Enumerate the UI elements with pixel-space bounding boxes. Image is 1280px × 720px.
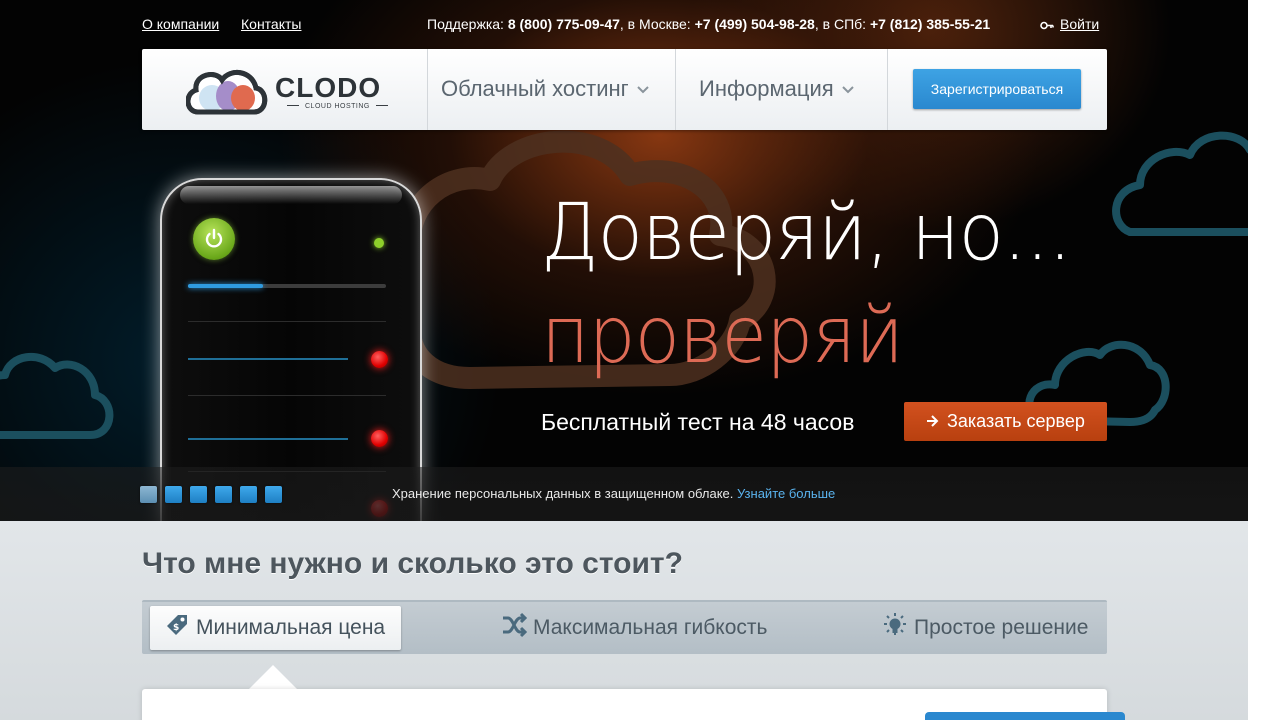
tab-min-price[interactable]: $ Минимальная цена bbox=[150, 606, 402, 650]
price-tag-icon: $ bbox=[167, 615, 187, 635]
menu-label: Облачный хостинг bbox=[441, 76, 629, 101]
support-phone: 8 (800) 775-09-47 bbox=[507, 16, 620, 32]
hero-headline: Доверяй, но... bbox=[541, 188, 1072, 278]
chevron-down-icon bbox=[841, 86, 854, 94]
free-test-text: Бесплатный тест на 48 часов bbox=[541, 409, 855, 435]
bay-indicator bbox=[188, 358, 348, 360]
order-button-label: Заказать сервер bbox=[947, 411, 1085, 431]
contacts-link[interactable]: Контакты bbox=[241, 16, 301, 32]
logo-subtitle: CLOUD HOSTING bbox=[281, 103, 394, 110]
support-label: Поддержка: bbox=[427, 16, 504, 32]
bay-divider bbox=[188, 321, 386, 322]
spb-phone: +7 (812) 385-55-21 bbox=[869, 16, 991, 32]
register-button[interactable]: Зарегистрироваться bbox=[913, 69, 1081, 109]
slider-dot[interactable] bbox=[265, 486, 282, 503]
moscow-label: , в Москве: bbox=[619, 16, 691, 32]
hero-headline-accent: проверяй bbox=[541, 291, 904, 381]
section-title: Что мне нужно и сколько это стоит? bbox=[142, 547, 683, 580]
order-server-button[interactable]: Заказать сервер bbox=[904, 402, 1107, 441]
key-icon bbox=[1040, 21, 1054, 30]
pricing-tabs: $ Минимальная цена Максимальная гибкость… bbox=[142, 600, 1107, 654]
tab-label: Максимальная гибкость bbox=[533, 616, 768, 639]
content-accent-bar bbox=[925, 712, 1125, 720]
slider-dot[interactable] bbox=[190, 486, 207, 503]
status-led-red bbox=[371, 351, 388, 368]
nav-divider bbox=[427, 49, 428, 130]
spb-label: , в СПб: bbox=[814, 16, 867, 32]
logo-wordmark: CLODO bbox=[275, 72, 382, 103]
pricing-section: Что мне нужно и сколько это стоит? $ Мин… bbox=[0, 521, 1248, 720]
clodo-logo[interactable]: CLODO CLOUD HOSTING bbox=[186, 64, 386, 116]
shuffle-icon bbox=[503, 612, 528, 638]
bay-indicator bbox=[188, 438, 348, 440]
svg-text:$: $ bbox=[173, 623, 179, 633]
nav-divider bbox=[887, 49, 888, 130]
top-bar: О компании Контакты Поддержка: 8 (800) 7… bbox=[0, 0, 1248, 48]
server-sheen bbox=[180, 186, 402, 204]
server-progress-fill bbox=[188, 284, 264, 288]
slide-caption: Хранение персональных данных в защищенно… bbox=[392, 486, 835, 501]
about-link[interactable]: О компании bbox=[142, 16, 219, 32]
login-link[interactable]: Войти bbox=[1040, 16, 1099, 32]
status-led-green bbox=[374, 238, 384, 248]
slider-dot[interactable] bbox=[215, 486, 232, 503]
slider-dot[interactable] bbox=[140, 486, 157, 503]
cloud-logo-icon bbox=[186, 70, 268, 115]
nav-divider bbox=[675, 49, 676, 130]
moscow-phone: +7 (499) 504-98-28 bbox=[694, 16, 815, 32]
menu-information[interactable]: Информация bbox=[699, 76, 854, 102]
learn-more-link[interactable]: Узнайте больше bbox=[737, 486, 835, 501]
tab-simple-solution[interactable]: Простое решение bbox=[882, 606, 1088, 650]
tab-label: Простое решение bbox=[914, 616, 1089, 639]
power-icon bbox=[193, 218, 235, 260]
active-tab-pointer bbox=[248, 665, 298, 690]
slider-dot[interactable] bbox=[240, 486, 257, 503]
chevron-down-icon bbox=[636, 86, 649, 94]
slide-caption-text: Хранение персональных данных в защищенно… bbox=[392, 486, 734, 501]
page-gutter bbox=[1248, 0, 1280, 720]
arrow-right-icon bbox=[927, 415, 939, 427]
login-label: Войти bbox=[1060, 16, 1100, 32]
slider-bar: Хранение персональных данных в защищенно… bbox=[0, 467, 1248, 521]
tab-label: Минимальная цена bbox=[196, 616, 386, 639]
hero-banner: О компании Контакты Поддержка: 8 (800) 7… bbox=[0, 0, 1248, 521]
support-phones: Поддержка: 8 (800) 775-09-47, в Москве: … bbox=[427, 16, 990, 32]
menu-label: Информация bbox=[699, 76, 834, 101]
slider-dot[interactable] bbox=[165, 486, 182, 503]
menu-cloud-hosting[interactable]: Облачный хостинг bbox=[441, 76, 649, 102]
lightbulb-icon bbox=[884, 613, 906, 635]
status-led-red bbox=[371, 430, 388, 447]
page: О компании Контакты Поддержка: 8 (800) 7… bbox=[0, 0, 1248, 720]
main-navigation: CLODO CLOUD HOSTING Облачный хостинг Инф… bbox=[142, 49, 1107, 130]
server-progress-bar bbox=[188, 284, 386, 288]
bay-divider bbox=[188, 395, 386, 396]
tab-max-flexibility[interactable]: Максимальная гибкость bbox=[501, 606, 767, 650]
